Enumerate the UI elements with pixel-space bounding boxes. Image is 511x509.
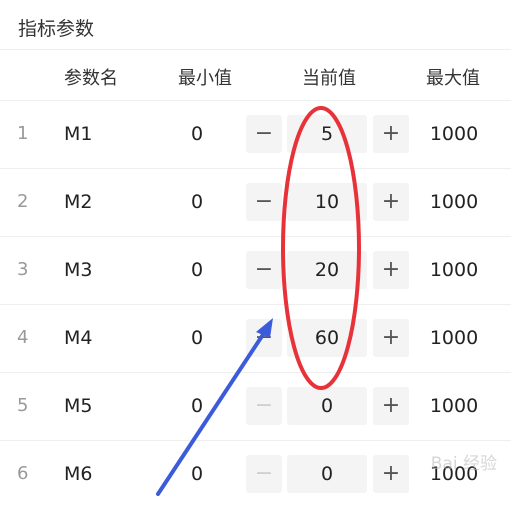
increment-button[interactable]: + [373, 319, 409, 357]
table-row: 3 M3 0 − 20 + 1000 [0, 236, 511, 305]
row-index: 6 [17, 463, 29, 484]
min-value: 0 [190, 259, 204, 281]
param-name: M5 [64, 395, 93, 417]
table-row: 4 M4 0 − 60 + 1000 [0, 304, 511, 373]
decrement-button[interactable]: − [246, 115, 282, 153]
current-value-input[interactable]: 10 [287, 183, 367, 221]
table-row: 1 M1 0 − 5 + 1000 [0, 100, 511, 169]
min-value: 0 [190, 463, 204, 485]
param-name: M4 [64, 327, 93, 349]
decrement-button[interactable]: − [246, 183, 282, 221]
increment-button[interactable]: + [373, 251, 409, 289]
decrement-button[interactable]: − [246, 387, 282, 425]
decrement-button[interactable]: − [246, 455, 282, 493]
decrement-button[interactable]: − [246, 251, 282, 289]
param-name: M6 [64, 463, 93, 485]
max-value: 1000 [429, 191, 479, 213]
row-index: 1 [17, 123, 29, 144]
row-index: 3 [17, 259, 29, 280]
current-value-input[interactable]: 0 [287, 455, 367, 493]
table-header: 参数名 最小值 当前值 最大值 [0, 50, 511, 100]
current-value-input[interactable]: 5 [287, 115, 367, 153]
section-title: 指标参数 [18, 18, 95, 40]
header-min-value: 最小值 [178, 68, 232, 89]
table-row: 5 M5 0 − 0 + 1000 [0, 372, 511, 441]
increment-button[interactable]: + [373, 183, 409, 221]
increment-button[interactable]: + [373, 455, 409, 493]
increment-button[interactable]: + [373, 387, 409, 425]
max-value: 1000 [429, 395, 479, 417]
current-value-input[interactable]: 0 [287, 387, 367, 425]
header-param-name: 参数名 [64, 68, 118, 89]
param-name: M1 [64, 123, 93, 145]
max-value: 1000 [429, 123, 479, 145]
decrement-button[interactable]: − [246, 319, 282, 357]
row-index: 5 [17, 395, 29, 416]
header-current-value: 当前值 [302, 68, 356, 89]
watermark-logo: Bai 经验 [430, 454, 497, 474]
max-value: 1000 [429, 327, 479, 349]
increment-button[interactable]: + [373, 115, 409, 153]
min-value: 0 [190, 327, 204, 349]
table-row: 2 M2 0 − 10 + 1000 [0, 168, 511, 237]
param-name: M2 [64, 191, 93, 213]
min-value: 0 [190, 191, 204, 213]
max-value: 1000 [429, 259, 479, 281]
row-index: 4 [17, 327, 29, 348]
min-value: 0 [190, 395, 204, 417]
header-max-value: 最大值 [426, 68, 480, 89]
current-value-input[interactable]: 20 [287, 251, 367, 289]
row-index: 2 [17, 191, 29, 212]
current-value-input[interactable]: 60 [287, 319, 367, 357]
param-name: M3 [64, 259, 93, 281]
min-value: 0 [190, 123, 204, 145]
